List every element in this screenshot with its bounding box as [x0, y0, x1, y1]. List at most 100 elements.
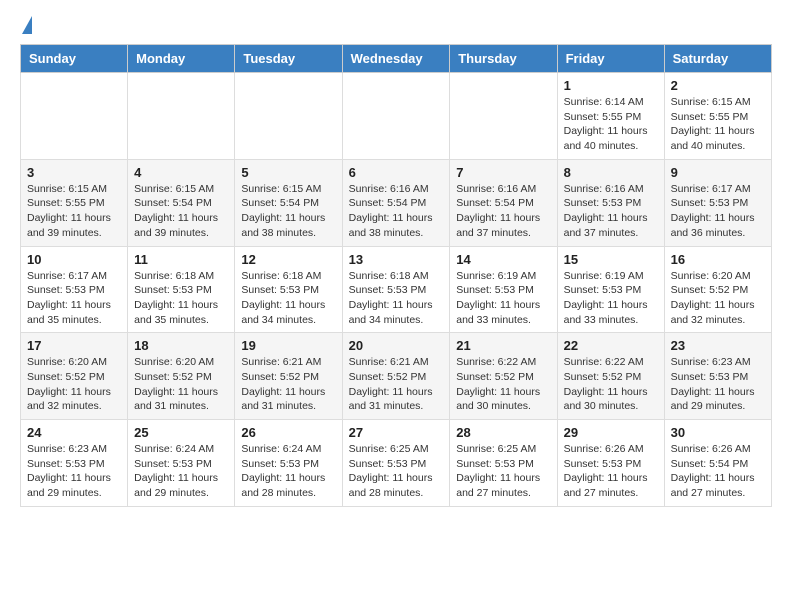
day-info: Sunrise: 6:14 AMSunset: 5:55 PMDaylight:…: [564, 95, 658, 154]
day-info: Sunrise: 6:22 AMSunset: 5:52 PMDaylight:…: [456, 355, 550, 414]
day-info: Sunrise: 6:22 AMSunset: 5:52 PMDaylight:…: [564, 355, 658, 414]
calendar-day-24: 24 Sunrise: 6:23 AMSunset: 5:53 PMDayligh…: [21, 420, 128, 507]
calendar-day-11: 11Sunrise: 6:18 AMSunset: 5:53 PMDayligh…: [128, 246, 235, 333]
day-info: Sunrise: 6:25 AMSunset: 5:53 PMDaylight:…: [456, 442, 550, 501]
day-number: 28: [456, 425, 550, 440]
day-info: Sunrise: 6:21 AMSunset: 5:52 PMDaylight:…: [349, 355, 444, 414]
day-number: 24: [27, 425, 121, 440]
calendar-week-row: 3 Sunrise: 6:15 AMSunset: 5:55 PMDaylight…: [21, 159, 772, 246]
calendar-day-4: 4 Sunrise: 6:15 AMSunset: 5:54 PMDaylight…: [128, 159, 235, 246]
calendar-day-25: 25 Sunrise: 6:24 AMSunset: 5:53 PMDayligh…: [128, 420, 235, 507]
calendar-day-16: 16 Sunrise: 6:20 AMSunset: 5:52 PMDayligh…: [664, 246, 771, 333]
calendar-day-12: 12Sunrise: 6:18 AMSunset: 5:53 PMDayligh…: [235, 246, 342, 333]
calendar-empty-cell: [21, 73, 128, 160]
day-info: Sunrise: 6:16 AMSunset: 5:54 PMDaylight:…: [456, 182, 550, 241]
day-number: 9: [671, 165, 765, 180]
day-info: Sunrise: 6:17 AMSunset: 5:53 PMDaylight:…: [671, 182, 765, 241]
calendar-header-sunday: Sunday: [21, 45, 128, 73]
day-info: Sunrise: 6:24 AMSunset: 5:53 PMDaylight:…: [134, 442, 228, 501]
day-number: 17: [27, 338, 121, 353]
calendar-day-21: 21 Sunrise: 6:22 AMSunset: 5:52 PMDayligh…: [450, 333, 557, 420]
calendar-day-13: 13 Sunrise: 6:18 AMSunset: 5:53 PMDayligh…: [342, 246, 450, 333]
calendar-day-26: 26 Sunrise: 6:24 AMSunset: 5:53 PMDayligh…: [235, 420, 342, 507]
day-number: 14: [456, 252, 550, 267]
calendar-day-28: 28 Sunrise: 6:25 AMSunset: 5:53 PMDayligh…: [450, 420, 557, 507]
calendar-header-row: SundayMondayTuesdayWednesdayThursdayFrid…: [21, 45, 772, 73]
calendar-day-3: 3 Sunrise: 6:15 AMSunset: 5:55 PMDaylight…: [21, 159, 128, 246]
day-number: 2: [671, 78, 765, 93]
day-number: 4: [134, 165, 228, 180]
day-number: 23: [671, 338, 765, 353]
calendar-day-1: 1 Sunrise: 6:14 AMSunset: 5:55 PMDaylight…: [557, 73, 664, 160]
calendar-week-row: 24 Sunrise: 6:23 AMSunset: 5:53 PMDayligh…: [21, 420, 772, 507]
day-number: 10: [27, 252, 121, 267]
calendar-day-7: 7Sunrise: 6:16 AMSunset: 5:54 PMDaylight…: [450, 159, 557, 246]
day-number: 15: [564, 252, 658, 267]
calendar-week-row: 17 Sunrise: 6:20 AMSunset: 5:52 PMDayligh…: [21, 333, 772, 420]
calendar-week-row: 10 Sunrise: 6:17 AMSunset: 5:53 PMDayligh…: [21, 246, 772, 333]
day-number: 27: [349, 425, 444, 440]
calendar-day-20: 20 Sunrise: 6:21 AMSunset: 5:52 PMDayligh…: [342, 333, 450, 420]
day-number: 13: [349, 252, 444, 267]
day-number: 1: [564, 78, 658, 93]
day-number: 6: [349, 165, 444, 180]
day-info: Sunrise: 6:26 AMSunset: 5:53 PMDaylight:…: [564, 442, 658, 501]
calendar-day-17: 17 Sunrise: 6:20 AMSunset: 5:52 PMDayligh…: [21, 333, 128, 420]
day-info: Sunrise: 6:18 AMSunset: 5:53 PMDaylight:…: [241, 269, 335, 328]
day-number: 5: [241, 165, 335, 180]
day-number: 18: [134, 338, 228, 353]
calendar-empty-cell: [342, 73, 450, 160]
day-info: Sunrise: 6:18 AMSunset: 5:53 PMDaylight:…: [349, 269, 444, 328]
day-info: Sunrise: 6:16 AMSunset: 5:53 PMDaylight:…: [564, 182, 658, 241]
day-number: 26: [241, 425, 335, 440]
day-number: 21: [456, 338, 550, 353]
day-info: Sunrise: 6:19 AMSunset: 5:53 PMDaylight:…: [564, 269, 658, 328]
calendar-header-friday: Friday: [557, 45, 664, 73]
page-header: [20, 20, 772, 34]
day-number: 30: [671, 425, 765, 440]
day-info: Sunrise: 6:24 AMSunset: 5:53 PMDaylight:…: [241, 442, 335, 501]
day-info: Sunrise: 6:15 AMSunset: 5:55 PMDaylight:…: [671, 95, 765, 154]
calendar-day-14: 14 Sunrise: 6:19 AMSunset: 5:53 PMDayligh…: [450, 246, 557, 333]
day-number: 19: [241, 338, 335, 353]
day-info: Sunrise: 6:15 AMSunset: 5:55 PMDaylight:…: [27, 182, 121, 241]
calendar-empty-cell: [235, 73, 342, 160]
calendar-day-15: 15 Sunrise: 6:19 AMSunset: 5:53 PMDayligh…: [557, 246, 664, 333]
day-number: 29: [564, 425, 658, 440]
calendar-day-2: 2 Sunrise: 6:15 AMSunset: 5:55 PMDaylight…: [664, 73, 771, 160]
calendar-table: SundayMondayTuesdayWednesdayThursdayFrid…: [20, 44, 772, 507]
calendar-header-wednesday: Wednesday: [342, 45, 450, 73]
day-info: Sunrise: 6:17 AMSunset: 5:53 PMDaylight:…: [27, 269, 121, 328]
calendar-day-19: 19 Sunrise: 6:21 AMSunset: 5:52 PMDayligh…: [235, 333, 342, 420]
day-number: 8: [564, 165, 658, 180]
day-info: Sunrise: 6:15 AMSunset: 5:54 PMDaylight:…: [241, 182, 335, 241]
calendar-day-23: 23 Sunrise: 6:23 AMSunset: 5:53 PMDayligh…: [664, 333, 771, 420]
day-number: 11: [134, 252, 228, 267]
day-info: Sunrise: 6:23 AMSunset: 5:53 PMDaylight:…: [27, 442, 121, 501]
calendar-day-10: 10 Sunrise: 6:17 AMSunset: 5:53 PMDayligh…: [21, 246, 128, 333]
day-info: Sunrise: 6:23 AMSunset: 5:53 PMDaylight:…: [671, 355, 765, 414]
day-number: 25: [134, 425, 228, 440]
day-number: 20: [349, 338, 444, 353]
calendar-empty-cell: [128, 73, 235, 160]
day-info: Sunrise: 6:25 AMSunset: 5:53 PMDaylight:…: [349, 442, 444, 501]
calendar-empty-cell: [450, 73, 557, 160]
calendar-day-22: 22 Sunrise: 6:22 AMSunset: 5:52 PMDayligh…: [557, 333, 664, 420]
calendar-day-9: 9 Sunrise: 6:17 AMSunset: 5:53 PMDaylight…: [664, 159, 771, 246]
day-info: Sunrise: 6:21 AMSunset: 5:52 PMDaylight:…: [241, 355, 335, 414]
calendar-day-6: 6 Sunrise: 6:16 AMSunset: 5:54 PMDaylight…: [342, 159, 450, 246]
calendar-day-8: 8 Sunrise: 6:16 AMSunset: 5:53 PMDaylight…: [557, 159, 664, 246]
calendar-header-monday: Monday: [128, 45, 235, 73]
calendar-day-30: 30Sunrise: 6:26 AMSunset: 5:54 PMDayligh…: [664, 420, 771, 507]
day-number: 22: [564, 338, 658, 353]
day-info: Sunrise: 6:19 AMSunset: 5:53 PMDaylight:…: [456, 269, 550, 328]
calendar-day-18: 18Sunrise: 6:20 AMSunset: 5:52 PMDayligh…: [128, 333, 235, 420]
calendar-day-5: 5 Sunrise: 6:15 AMSunset: 5:54 PMDaylight…: [235, 159, 342, 246]
day-info: Sunrise: 6:15 AMSunset: 5:54 PMDaylight:…: [134, 182, 228, 241]
day-number: 16: [671, 252, 765, 267]
day-info: Sunrise: 6:16 AMSunset: 5:54 PMDaylight:…: [349, 182, 444, 241]
day-number: 3: [27, 165, 121, 180]
calendar-day-27: 27 Sunrise: 6:25 AMSunset: 5:53 PMDayligh…: [342, 420, 450, 507]
day-info: Sunrise: 6:20 AMSunset: 5:52 PMDaylight:…: [27, 355, 121, 414]
day-info: Sunrise: 6:20 AMSunset: 5:52 PMDaylight:…: [671, 269, 765, 328]
